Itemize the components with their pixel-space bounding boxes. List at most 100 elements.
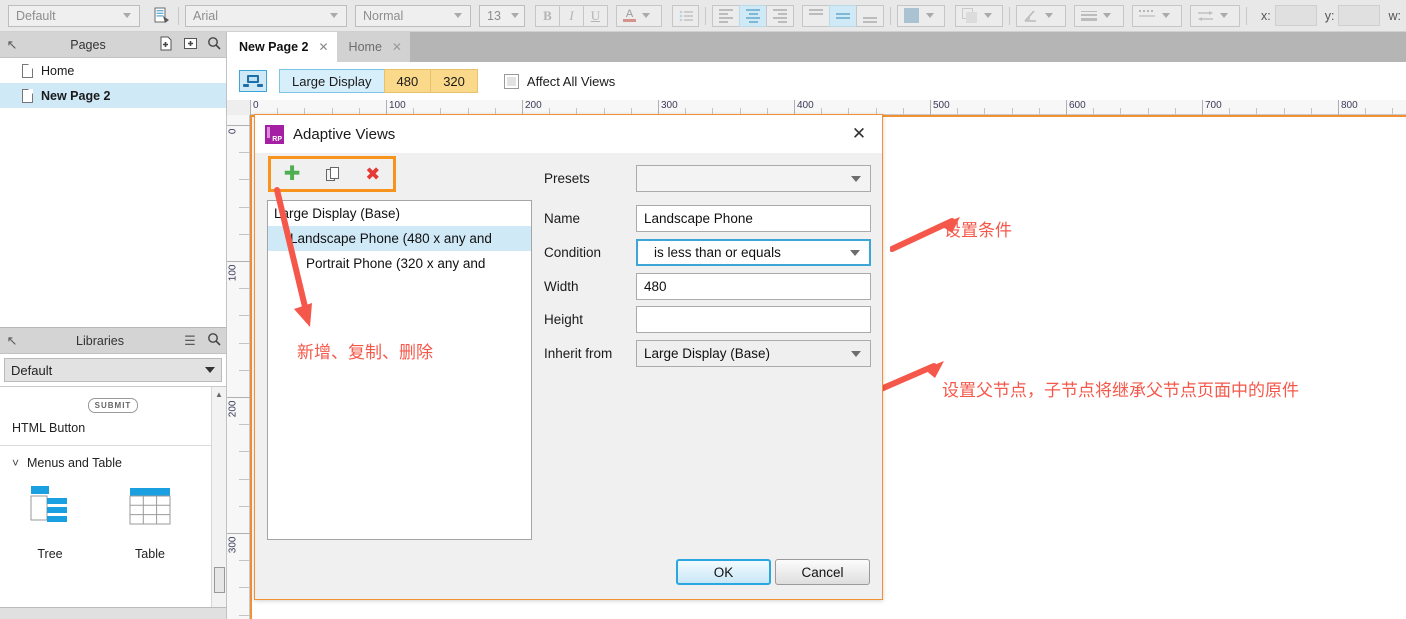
ruler-tick-minor xyxy=(239,614,250,616)
align-center-button[interactable] xyxy=(739,4,767,27)
ruler-tick-label: 500 xyxy=(933,100,950,111)
inherit-from-select[interactable]: Large Display (Base) xyxy=(636,340,871,367)
scrollbar-thumb[interactable] xyxy=(214,567,225,593)
inherit-from-value: Large Display (Base) xyxy=(644,346,771,361)
field-row-width: Width 480 xyxy=(544,273,871,300)
fill-color-button[interactable] xyxy=(897,4,945,27)
table-widget-icon xyxy=(129,488,171,525)
page-item-home[interactable]: Home xyxy=(0,58,226,83)
font-size-select[interactable]: 13 xyxy=(479,4,525,27)
libraries-panel-title: Libraries xyxy=(76,333,124,348)
condition-select[interactable]: is less than or equals xyxy=(636,239,871,266)
ruler-tick-minor xyxy=(957,108,959,115)
ruler-tick-minor xyxy=(1365,108,1367,115)
name-label: Name xyxy=(544,211,581,226)
page-item-new-page-2[interactable]: New Page 2 xyxy=(0,83,226,108)
view-segment-320[interactable]: 320 xyxy=(430,69,478,93)
libraries-scrollbar[interactable]: ▲ ▼ xyxy=(211,387,226,619)
x-label: x: xyxy=(1261,8,1271,23)
chevron-down-icon xyxy=(123,13,131,18)
valign-bottom-icon xyxy=(863,9,877,23)
annotation-tools-text: 新增、复制、删除 xyxy=(297,343,433,363)
plus-icon[interactable]: ✚ xyxy=(284,164,301,184)
ruler-tick-minor xyxy=(239,424,250,426)
chevron-down-icon xyxy=(1045,13,1053,18)
chevron-down-icon xyxy=(851,350,861,357)
font-color-button[interactable]: A xyxy=(616,4,662,27)
presets-select[interactable] xyxy=(636,165,871,192)
affect-all-views-checkbox[interactable]: Affect All Views xyxy=(503,73,615,89)
device-preview-button[interactable] xyxy=(239,70,267,92)
valign-top-button[interactable] xyxy=(802,4,830,27)
ruler-tick-label: 300 xyxy=(661,100,678,111)
close-icon[interactable]: ✕ xyxy=(392,40,402,54)
ruler-tick-label: 700 xyxy=(1205,100,1222,111)
valign-top-icon xyxy=(809,8,823,23)
text-style-group: B I U xyxy=(535,4,608,27)
format-painter-icon[interactable] xyxy=(150,7,172,24)
width-label: Width xyxy=(544,279,579,294)
close-icon[interactable]: ✕ xyxy=(318,40,328,54)
valign-middle-button[interactable] xyxy=(829,4,857,27)
chevron-down-icon xyxy=(1220,13,1228,18)
ruler-tick-minor xyxy=(1229,108,1231,115)
collapse-arrow-icon[interactable]: ↖ xyxy=(0,37,24,53)
align-left-button[interactable] xyxy=(712,4,740,27)
annotation-condition-text: 设置条件 xyxy=(944,221,1012,241)
cancel-button[interactable]: Cancel xyxy=(775,559,870,585)
shadow-button[interactable] xyxy=(955,4,1003,27)
library-select[interactable]: Default xyxy=(4,358,222,382)
name-input[interactable]: Landscape Phone xyxy=(636,205,871,232)
annotation-arrow-tools xyxy=(274,187,312,327)
line-width-button[interactable] xyxy=(1074,4,1124,27)
toolbar-divider xyxy=(705,6,706,25)
hamburger-menu-icon[interactable]: ☰ xyxy=(178,333,202,349)
horizontal-ruler: 0100200300400500600700800900 xyxy=(227,100,1406,115)
tab-new-page-2[interactable]: New Page 2 ✕ xyxy=(227,32,337,62)
libraries-panel-header: ↖ Libraries ☰ xyxy=(0,328,226,354)
scroll-up-icon[interactable]: ▲ xyxy=(212,387,226,402)
condition-value: is less than or equals xyxy=(654,245,781,260)
view-segment-large-display[interactable]: Large Display xyxy=(279,69,384,93)
widget-table[interactable]: Table xyxy=(100,470,200,561)
width-input[interactable]: 480 xyxy=(636,273,871,300)
ruler-tick xyxy=(227,125,250,126)
search-icon[interactable] xyxy=(202,332,226,349)
ruler-tick-minor xyxy=(239,587,250,589)
ok-button[interactable]: OK xyxy=(676,559,771,585)
delete-x-icon[interactable]: ✖ xyxy=(365,165,380,183)
font-weight-select[interactable]: Normal xyxy=(355,4,471,27)
add-folder-icon[interactable] xyxy=(178,36,202,53)
tab-home[interactable]: Home ✕ xyxy=(336,32,410,62)
font-family-select[interactable]: Arial xyxy=(185,4,347,27)
ruler-tick-minor xyxy=(239,478,250,480)
library-group-menus-and-table[interactable]: ˅ Menus and Table xyxy=(0,446,226,470)
view-segment-480[interactable]: 480 xyxy=(383,69,431,93)
widget-tree[interactable]: Tree xyxy=(0,470,100,561)
search-icon[interactable] xyxy=(202,36,226,53)
view-segment-label: Large Display xyxy=(292,73,372,89)
add-page-icon[interactable] xyxy=(154,36,178,54)
close-icon[interactable]: ✕ xyxy=(846,124,872,144)
left-panel-footer xyxy=(0,607,227,619)
bold-button[interactable]: B xyxy=(535,4,560,27)
align-right-button[interactable] xyxy=(766,4,794,27)
bullet-list-button[interactable] xyxy=(672,4,699,27)
line-style-button[interactable] xyxy=(1132,4,1182,27)
widget-html-button[interactable]: SUBMIT HTML Button xyxy=(0,387,226,435)
adaptive-view-bar: Large Display 480 320 Affect All Views xyxy=(227,62,1406,100)
copy-icon[interactable] xyxy=(325,166,340,182)
height-input[interactable] xyxy=(636,306,871,333)
valign-bottom-button[interactable] xyxy=(856,4,884,27)
y-input[interactable] xyxy=(1338,5,1381,26)
x-input[interactable] xyxy=(1274,5,1317,26)
underline-button[interactable]: U xyxy=(583,4,608,27)
collapse-arrow-icon[interactable]: ↖ xyxy=(0,333,24,349)
style-select[interactable]: Default xyxy=(8,4,140,27)
arrow-style-icon xyxy=(1198,10,1213,21)
italic-button[interactable]: I xyxy=(559,4,584,27)
line-color-button[interactable] xyxy=(1016,4,1066,27)
submit-button-icon: SUBMIT xyxy=(87,398,139,413)
chevron-down-icon xyxy=(851,175,861,182)
arrow-style-button[interactable] xyxy=(1190,4,1240,27)
